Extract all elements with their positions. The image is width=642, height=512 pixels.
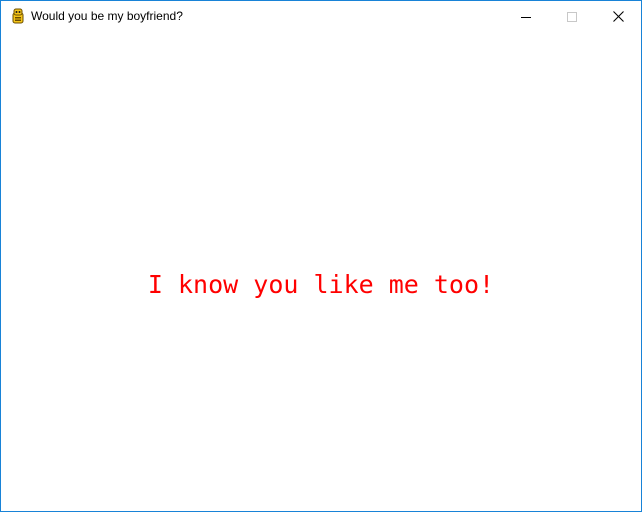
maximize-button[interactable] xyxy=(549,1,595,32)
minimize-icon xyxy=(521,16,531,18)
app-window: Would you be my boyfriend? I know you li… xyxy=(0,0,642,512)
minimize-button[interactable] xyxy=(503,1,549,32)
close-button[interactable] xyxy=(595,1,641,32)
maximize-icon xyxy=(567,11,577,22)
pygame-snake-icon[interactable] xyxy=(10,8,26,24)
title-bar[interactable]: Would you be my boyfriend? xyxy=(1,1,641,32)
close-icon xyxy=(612,11,624,22)
game-canvas[interactable]: I know you like me too! xyxy=(1,32,641,511)
window-title: Would you be my boyfriend? xyxy=(31,9,183,23)
message-text: I know you like me too! xyxy=(147,270,495,299)
